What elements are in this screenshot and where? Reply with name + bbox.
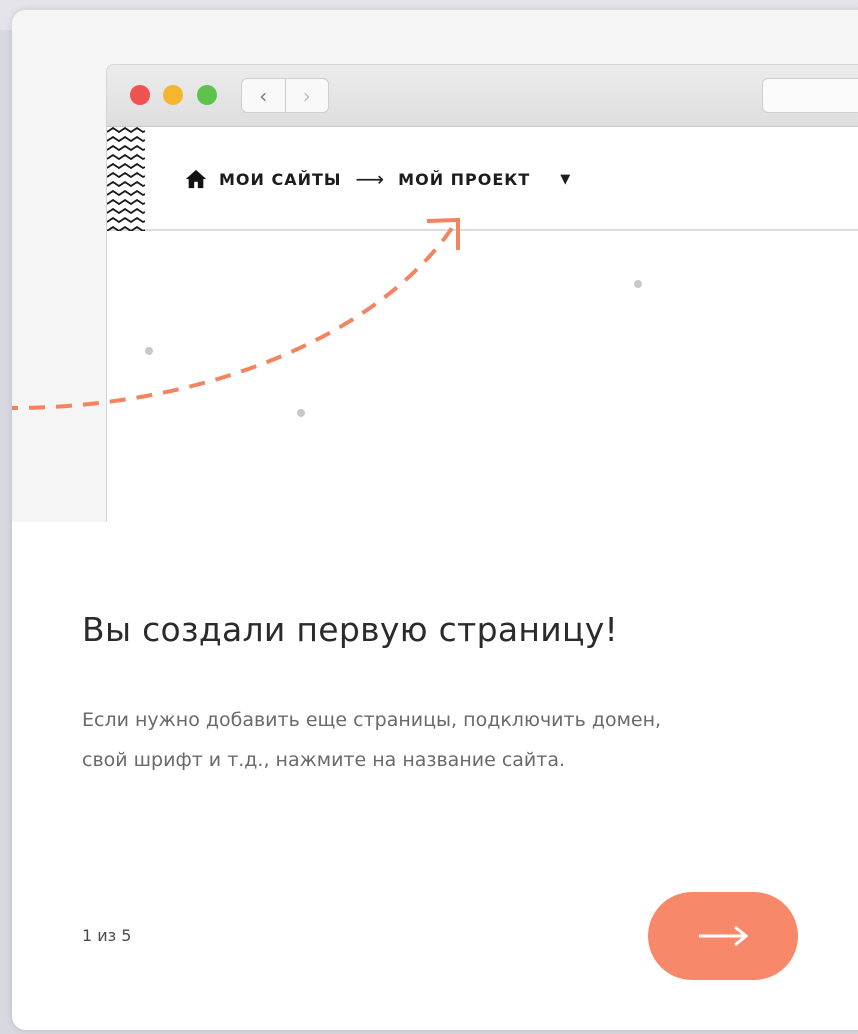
arrow-right-icon: [699, 925, 749, 947]
onboarding-title: Вы создали первую страницу!: [82, 610, 619, 649]
description-line: свой шрифт и т.д., нажмите на название с…: [82, 749, 566, 771]
pointer-dashed-arrow-icon: [12, 217, 460, 410]
description-line: Если нужно добавить еще страницы, подклю…: [82, 709, 662, 731]
onboarding-content: Вы создали первую страницу! Если нужно д…: [12, 522, 858, 1030]
next-step-button[interactable]: [648, 892, 798, 980]
onboarding-card: ‹ › МОИ САЙТЫ ⟶ МОЙ ПРОЕКТ ▼ Вы создали …: [12, 10, 858, 1030]
step-counter: 1 из 5: [82, 926, 132, 945]
onboarding-illustration: ‹ › МОИ САЙТЫ ⟶ МОЙ ПРОЕКТ ▼: [12, 10, 858, 534]
onboarding-description: Если нужно добавить еще страницы, подклю…: [82, 700, 782, 780]
